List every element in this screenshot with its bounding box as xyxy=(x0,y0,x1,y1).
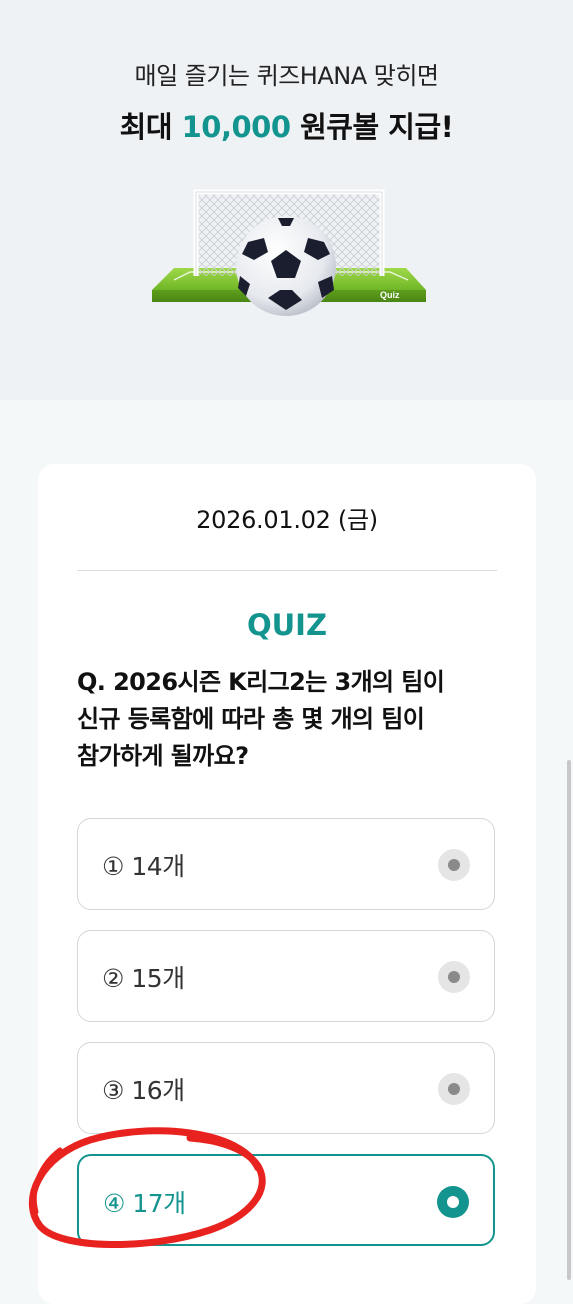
radio-button-icon[interactable] xyxy=(438,961,470,993)
answer-option-label: ④ 17개 xyxy=(103,1189,186,1218)
answer-option-4[interactable]: ④ 17개 xyxy=(77,1154,495,1246)
answer-option-3[interactable]: ③ 16개 xyxy=(77,1042,495,1134)
question-line: 참가하게 될까요? xyxy=(77,742,249,770)
answer-option-label: ③ 16개 xyxy=(102,1076,185,1105)
quiz-date: 2026.01.02 (금) xyxy=(196,506,378,534)
radio-button-icon[interactable] xyxy=(438,1073,470,1105)
hero-title-amount: 10,000 xyxy=(181,110,291,144)
soccer-goal-ball-illustration: Quiz xyxy=(152,189,426,316)
quiz-label: QUIZ xyxy=(246,608,328,642)
hero-subtitle: 매일 즐기는 퀴즈HANA 맞히면 xyxy=(134,62,439,90)
answer-option-label: ① 14개 xyxy=(102,852,185,881)
quiz-question: Q. 2026시즌 K리그2는 3개의 팀이 신규 등록함에 따라 총 몇 개의… xyxy=(77,664,507,775)
divider xyxy=(77,570,497,571)
hero-title: 최대 10,000 원큐볼 지급! xyxy=(0,104,573,146)
answer-option-2[interactable]: ② 15개 xyxy=(77,930,495,1022)
soccer-ball-icon xyxy=(236,216,336,316)
radio-button-selected-icon[interactable] xyxy=(437,1186,469,1218)
question-line: 신규 등록함에 따라 총 몇 개의 팀이 xyxy=(77,705,425,733)
radio-button-icon[interactable] xyxy=(438,849,470,881)
scrollbar[interactable] xyxy=(567,760,571,1280)
quiz-badge: Quiz xyxy=(380,290,400,300)
question-line: Q. 2026시즌 K리그2는 3개의 팀이 xyxy=(77,668,445,696)
hero-title-suffix: 원큐볼 지급! xyxy=(290,110,454,144)
answer-option-label: ② 15개 xyxy=(102,964,185,993)
answer-option-1[interactable]: ① 14개 xyxy=(77,818,495,910)
hero-title-prefix: 최대 xyxy=(119,110,182,144)
